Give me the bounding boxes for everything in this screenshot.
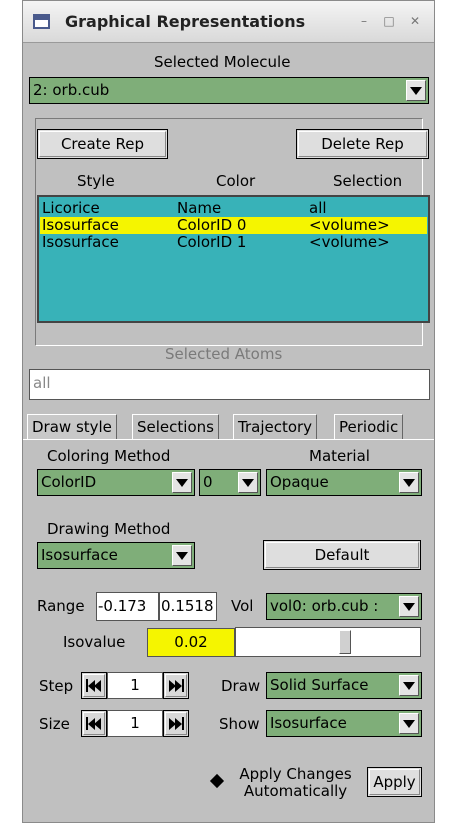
- close-icon[interactable]: ✕: [407, 13, 423, 29]
- chevron-down-icon[interactable]: [399, 713, 419, 734]
- tab-trajectory[interactable]: Trajectory: [233, 414, 318, 440]
- step-increment-button[interactable]: [163, 672, 189, 699]
- range-max-input[interactable]: 0.1518: [159, 592, 217, 621]
- show-label: Show: [219, 715, 260, 733]
- window-title: Graphical Representations: [65, 12, 306, 31]
- rep-color: ColorID 0: [177, 216, 247, 234]
- coloring-method-label: Coloring Method: [47, 447, 171, 465]
- molecule-select[interactable]: 2: orb.cub: [29, 77, 429, 104]
- draw-value: Solid Surface: [270, 676, 369, 694]
- size-label: Size: [39, 715, 70, 733]
- create-rep-button[interactable]: Create Rep: [37, 129, 168, 159]
- rep-row-selected[interactable]: Isosurface ColorID 0 <volume>: [40, 217, 427, 234]
- col-header-style: Style: [77, 172, 115, 190]
- tab-selections[interactable]: Selections: [132, 414, 219, 440]
- isovalue-input[interactable]: 0.02: [147, 628, 235, 657]
- rep-row[interactable]: Licorice Name all: [40, 200, 427, 217]
- tab-divider: [23, 439, 434, 440]
- show-select[interactable]: Isosurface: [266, 710, 422, 737]
- step-decrement-button[interactable]: [81, 672, 107, 699]
- drawing-method-select[interactable]: Isosurface: [37, 542, 195, 569]
- rep-style: Licorice: [42, 199, 100, 217]
- size-input[interactable]: 1: [107, 710, 163, 737]
- maximize-icon[interactable]: □: [381, 13, 397, 29]
- selected-atoms-label: Selected Atoms: [165, 345, 283, 363]
- tab-periodic[interactable]: Periodic: [334, 414, 404, 440]
- rep-color: Name: [177, 199, 222, 217]
- material-label: Material: [309, 447, 370, 465]
- size-spinner: 1: [81, 710, 201, 737]
- rep-list[interactable]: Licorice Name all Isosurface ColorID 0 <…: [37, 195, 430, 323]
- isovalue-label: Isovalue: [63, 633, 126, 651]
- rep-selection: <volume>: [309, 233, 390, 251]
- window-icon: [33, 14, 50, 29]
- apply-button[interactable]: Apply: [367, 767, 422, 797]
- size-decrement-button[interactable]: [81, 710, 107, 737]
- selected-molecule-label: Selected Molecule: [154, 53, 291, 71]
- delete-rep-button[interactable]: Delete Rep: [296, 129, 429, 159]
- chevron-down-icon[interactable]: [399, 472, 419, 493]
- step-spinner: 1: [81, 672, 201, 699]
- isovalue-slider[interactable]: [235, 627, 421, 657]
- chevron-down-icon[interactable]: [172, 545, 192, 566]
- drawing-method-label: Drawing Method: [47, 520, 171, 538]
- range-min-input[interactable]: -0.173: [96, 592, 159, 621]
- rep-color: ColorID 1: [177, 233, 247, 251]
- draw-label: Draw: [221, 677, 261, 695]
- step-input[interactable]: 1: [107, 672, 163, 699]
- coloring-method-value: ColorID: [41, 473, 97, 491]
- rep-row[interactable]: Isosurface ColorID 1 <volume>: [40, 234, 427, 251]
- default-button[interactable]: Default: [263, 540, 421, 570]
- step-label: Step: [39, 677, 74, 695]
- rep-selection: all: [309, 199, 327, 217]
- title-bar[interactable]: Graphical Representations – □ ✕: [23, 1, 434, 43]
- graphical-representations-window: Graphical Representations – □ ✕ Selected…: [22, 0, 435, 823]
- show-value: Isosurface: [270, 714, 347, 732]
- vol-label: Vol: [231, 597, 254, 615]
- rep-style: Isosurface: [42, 233, 119, 251]
- chevron-down-icon[interactable]: [238, 472, 258, 493]
- chevron-down-icon[interactable]: [406, 80, 426, 101]
- col-header-selection: Selection: [333, 172, 403, 190]
- selected-atoms-input[interactable]: all: [29, 369, 430, 400]
- chevron-down-icon[interactable]: [399, 596, 419, 617]
- apply-changes-label: Apply Changes Automatically: [239, 765, 352, 800]
- slider-knob[interactable]: [339, 630, 351, 654]
- col-header-color: Color: [216, 172, 256, 190]
- range-label: Range: [37, 597, 85, 615]
- coloring-method-select[interactable]: ColorID: [37, 469, 195, 496]
- apply-changes-radio[interactable]: [209, 773, 225, 789]
- chevron-down-icon[interactable]: [399, 675, 419, 696]
- size-increment-button[interactable]: [163, 710, 189, 737]
- vol-select[interactable]: vol0: orb.cub :: [266, 593, 422, 620]
- vol-value: vol0: orb.cub :: [270, 597, 379, 615]
- color-id-select[interactable]: 0: [199, 469, 261, 496]
- color-id-value: 0: [203, 473, 213, 491]
- minimize-icon[interactable]: –: [356, 13, 372, 29]
- rep-selection: <volume>: [309, 216, 390, 234]
- material-select[interactable]: Opaque: [266, 469, 422, 496]
- draw-select[interactable]: Solid Surface: [266, 672, 422, 699]
- tab-draw-style[interactable]: Draw style: [27, 414, 117, 440]
- drawing-method-value: Isosurface: [41, 546, 118, 564]
- rep-style: Isosurface: [42, 216, 119, 234]
- chevron-down-icon[interactable]: [172, 472, 192, 493]
- material-value: Opaque: [270, 473, 329, 491]
- molecule-select-value: 2: orb.cub: [33, 81, 110, 99]
